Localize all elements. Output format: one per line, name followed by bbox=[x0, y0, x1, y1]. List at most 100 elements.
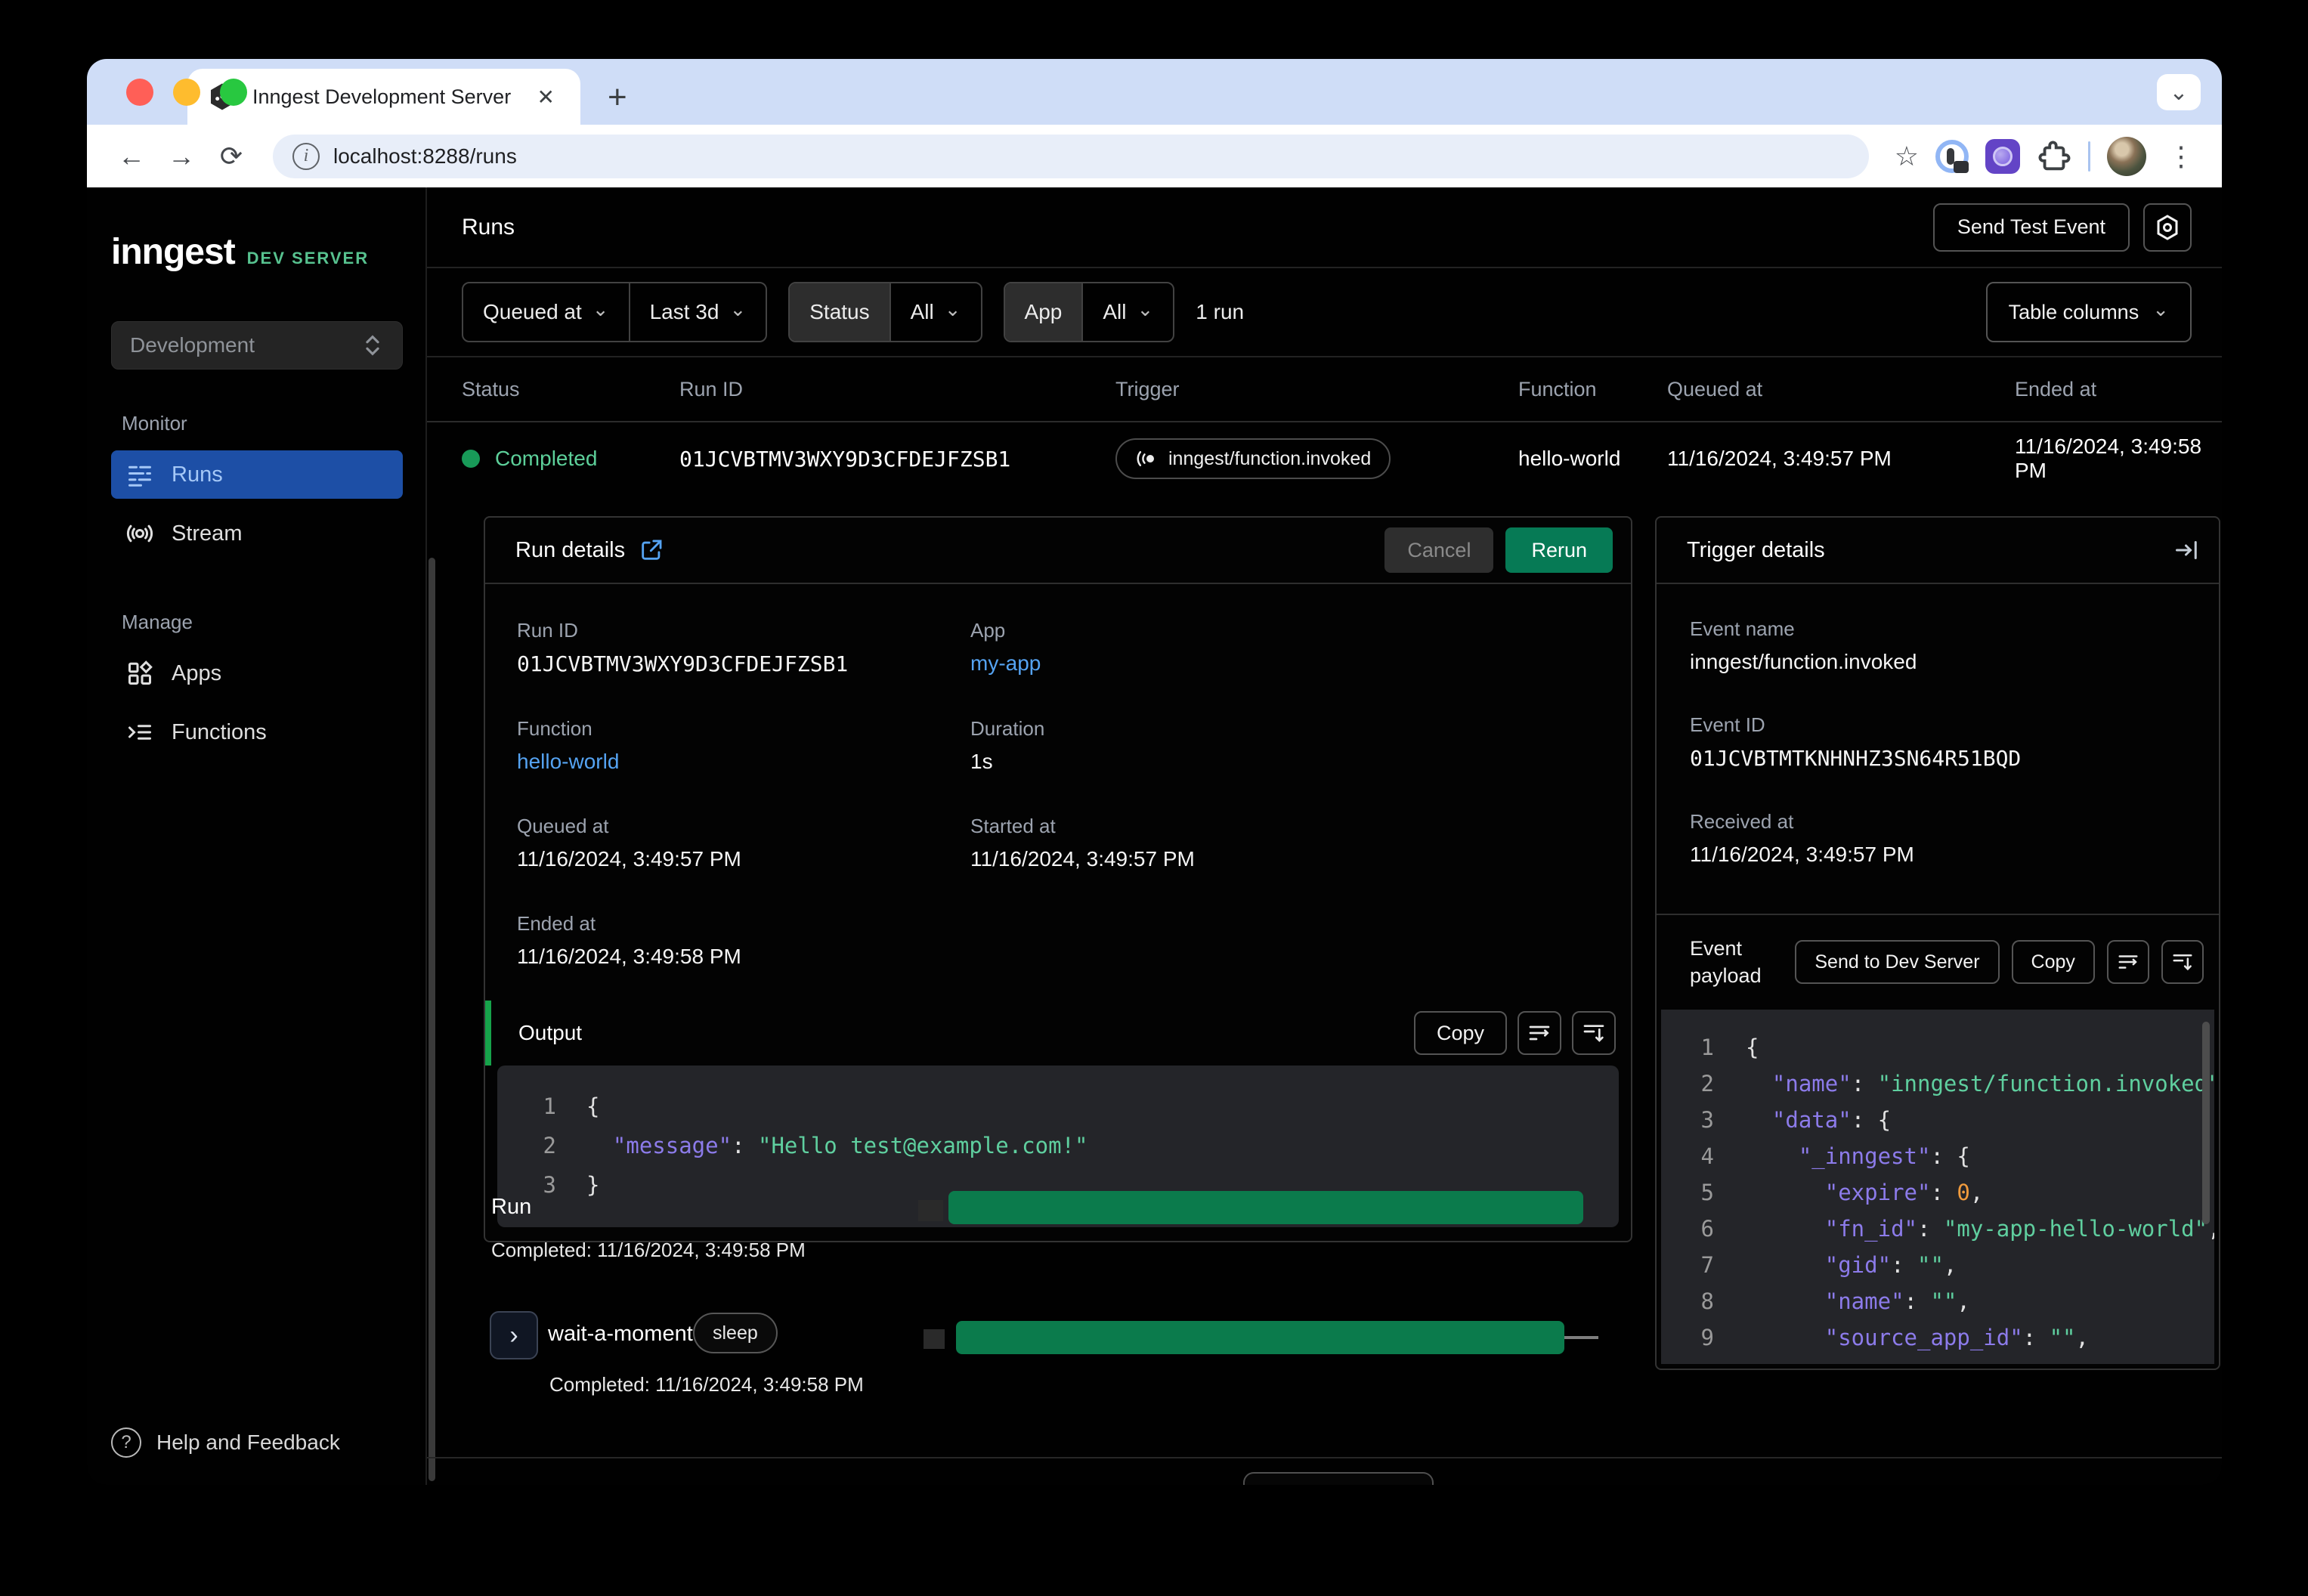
field-value[interactable]: my-app bbox=[970, 651, 1601, 676]
field-value: 11/16/2024, 3:49:57 PM bbox=[970, 847, 1195, 871]
run-actions: Cancel Rerun bbox=[1384, 527, 1613, 573]
line-number: 10 bbox=[1661, 1356, 1714, 1364]
help-and-feedback[interactable]: ? Help and Feedback bbox=[111, 1427, 403, 1458]
sidebar-item-stream[interactable]: Stream bbox=[111, 509, 403, 558]
status-filter-value[interactable]: All ⌄ bbox=[891, 283, 981, 341]
detail-field: Function hello-world bbox=[517, 717, 970, 774]
details-bottom-divider bbox=[427, 1457, 2222, 1458]
step-timeline-bar[interactable] bbox=[956, 1321, 1564, 1354]
trigger-name: inngest/function.invoked bbox=[1168, 447, 1372, 469]
output-actions: Copy bbox=[1413, 1011, 1616, 1055]
rerun-button[interactable]: Rerun bbox=[1505, 527, 1613, 573]
run-timeline-bar[interactable] bbox=[948, 1191, 1583, 1224]
bookmark-star-icon[interactable]: ☆ bbox=[1895, 141, 1919, 172]
run-row[interactable]: Completed 01JCVBTMV3WXY9D3CFDEJFZSB1 inn… bbox=[427, 422, 2222, 495]
section-heading: Monitor bbox=[122, 412, 187, 435]
site-info-icon[interactable]: i bbox=[292, 142, 320, 170]
wrap-text-button[interactable] bbox=[1518, 1011, 1561, 1055]
browser-menu-icon[interactable]: ⋮ bbox=[2163, 141, 2199, 172]
maximize-window-button[interactable] bbox=[220, 79, 247, 106]
new-tab-button[interactable]: + bbox=[600, 81, 635, 114]
field-label: Event ID bbox=[1690, 713, 1765, 736]
environment-selector[interactable]: Development bbox=[111, 321, 403, 370]
payload-code-block: 1{2 "name": "inngest/function.invoked",3… bbox=[1661, 1009, 2214, 1364]
detail-field: Duration 1s bbox=[970, 717, 1601, 774]
page-title: Runs bbox=[462, 214, 515, 240]
detail-field: Queued at 11/16/2024, 3:49:57 PM bbox=[517, 815, 970, 871]
profile-avatar[interactable] bbox=[2107, 136, 2146, 176]
settings-gear-button[interactable] bbox=[2143, 203, 2192, 252]
refresh-icon[interactable]: ⟳ bbox=[209, 135, 253, 178]
step-bar-tail bbox=[1564, 1336, 1598, 1339]
line-number: 4 bbox=[1700, 1143, 1714, 1169]
column-header: Queued at bbox=[1667, 377, 1763, 401]
extensions-puzzle-icon[interactable] bbox=[2037, 139, 2071, 174]
screenshot-stage: Inngest Development Server ✕ + ⌄ ← → ⟳ i… bbox=[0, 0, 2308, 1596]
content-scrollbar[interactable] bbox=[428, 558, 435, 1481]
send-to-dev-server-button[interactable]: Send to Dev Server bbox=[1795, 940, 2000, 985]
field-label: App bbox=[970, 619, 1006, 642]
field-value[interactable]: hello-world bbox=[517, 750, 970, 774]
time-range-select[interactable]: Last 3d ⌄ bbox=[630, 283, 766, 341]
detail-field: Ended at 11/16/2024, 3:49:58 PM bbox=[517, 912, 970, 969]
trigger-pill[interactable]: inngest/function.invoked bbox=[1115, 438, 1391, 479]
step-completed-text: Completed: 11/16/2024, 3:49:58 PM bbox=[549, 1373, 864, 1396]
field-label: Function bbox=[517, 717, 592, 740]
step-type-badge: sleep bbox=[693, 1313, 778, 1353]
column-header: Function bbox=[1518, 377, 1597, 401]
url-text: localhost:8288/runs bbox=[333, 144, 517, 168]
collapse-panel-icon[interactable] bbox=[2173, 537, 2201, 564]
minimize-window-button[interactable] bbox=[173, 79, 200, 106]
status-filter[interactable]: Status All ⌄ bbox=[788, 282, 982, 342]
step-bar-notch bbox=[924, 1329, 945, 1349]
app-filter-value[interactable]: All ⌄ bbox=[1083, 283, 1173, 341]
browser-window: Inngest Development Server ✕ + ⌄ ← → ⟳ i… bbox=[87, 59, 2222, 1485]
app-filter[interactable]: App All ⌄ bbox=[1003, 282, 1175, 342]
password-manager-extension-icon[interactable] bbox=[1935, 139, 1969, 173]
status-completed-dot bbox=[462, 450, 480, 468]
purple-extension-icon[interactable] bbox=[1985, 138, 2020, 174]
cancel-button[interactable]: Cancel bbox=[1384, 527, 1494, 573]
function-cell: hello-world bbox=[1518, 447, 1621, 470]
copy-payload-button[interactable]: Copy bbox=[2011, 940, 2095, 985]
field-value: 11/16/2024, 3:49:57 PM bbox=[517, 847, 741, 871]
code-line: 2 "name": "inngest/function.invoked", bbox=[1661, 1066, 2214, 1102]
time-field-select[interactable]: Queued at ⌄ bbox=[463, 283, 629, 341]
field-label: Queued at bbox=[517, 815, 609, 837]
line-number: 5 bbox=[1700, 1179, 1714, 1205]
copy-output-button[interactable]: Copy bbox=[1413, 1011, 1507, 1055]
url-bar[interactable]: i localhost:8288/runs bbox=[273, 134, 1869, 178]
table-columns-button[interactable]: Table columns ⌄ bbox=[1985, 282, 2192, 342]
output-status-accent bbox=[485, 1001, 491, 1066]
time-filter[interactable]: Queued at ⌄ Last 3d ⌄ bbox=[462, 282, 768, 342]
stream-broadcast-icon bbox=[126, 524, 153, 543]
code-line: 1{ bbox=[497, 1087, 1619, 1126]
forward-icon[interactable]: → bbox=[159, 135, 203, 178]
trigger-details-fields: Event name inngest/function.invoked Event … bbox=[1657, 584, 2219, 914]
runs-queue-icon bbox=[128, 466, 151, 487]
apps-grid-icon bbox=[128, 660, 153, 685]
close-window-button[interactable] bbox=[126, 79, 153, 106]
sidebar-item-functions[interactable]: Functions bbox=[111, 708, 403, 756]
send-test-event-button[interactable]: Send Test Event bbox=[1932, 203, 2130, 252]
trigger-cell: inngest/function.invoked bbox=[1115, 438, 1518, 479]
field-value: 01JCVBTMV3WXY9D3CFDEJFZSB1 bbox=[517, 651, 849, 676]
tab-close-icon[interactable]: ✕ bbox=[531, 82, 561, 113]
status-cell: Completed bbox=[462, 447, 679, 471]
partial-button[interactable] bbox=[1243, 1472, 1434, 1485]
payload-scrollbar[interactable] bbox=[2202, 1021, 2210, 1224]
external-link-icon[interactable] bbox=[639, 537, 664, 563]
wrap-text-button[interactable] bbox=[2106, 940, 2149, 985]
sidebar-item-runs[interactable]: Runs bbox=[111, 450, 403, 499]
scroll-to-bottom-button[interactable] bbox=[2161, 940, 2204, 985]
field-value: 11/16/2024, 3:49:57 PM bbox=[1690, 843, 1914, 866]
line-number: 3 bbox=[1700, 1106, 1714, 1133]
scroll-to-bottom-button[interactable] bbox=[1572, 1011, 1616, 1055]
expand-step-button[interactable]: › bbox=[490, 1311, 538, 1359]
code-line: 5 "expire": 0, bbox=[1661, 1174, 2214, 1211]
tab-search-chevron-button[interactable]: ⌄ bbox=[2157, 74, 2201, 110]
back-icon[interactable]: ← bbox=[110, 135, 153, 178]
sidebar-item-apps[interactable]: Apps bbox=[111, 649, 403, 697]
window-controls[interactable] bbox=[126, 79, 247, 106]
detail-field: Received at 11/16/2024, 3:49:57 PM bbox=[1690, 810, 2189, 867]
